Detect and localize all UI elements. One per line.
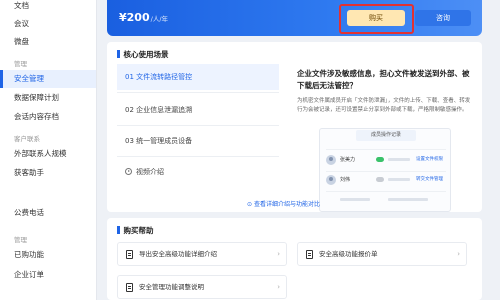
sidebar-item-acquisition[interactable]: 获客助手 xyxy=(0,164,96,182)
help-item-adjust-notes[interactable]: 安全管理功能调整说明 › xyxy=(117,275,287,299)
price-label: ¥200/人/年 xyxy=(119,11,168,24)
avatar xyxy=(326,175,336,185)
chevron-right-icon: › xyxy=(277,283,280,291)
illustration-row: 刘伟 转交文件管理 xyxy=(326,175,446,187)
help-item-label: 安全高级功能报价单 xyxy=(319,250,378,258)
consult-button[interactable]: 咨询 xyxy=(415,10,471,26)
illustration-row xyxy=(326,195,446,207)
scenario-leak-trace[interactable]: 02 企业信息泄漏追溯 xyxy=(117,97,279,123)
illustration-link: 转交文件管理 xyxy=(416,177,443,182)
sidebar-group-manage: 管理 xyxy=(14,60,27,68)
placeholder-bar xyxy=(388,178,410,181)
sidebar-item-weipan[interactable]: 微盘 xyxy=(0,33,96,51)
buy-button[interactable]: 购买 xyxy=(347,10,405,26)
help-item-quote[interactable]: 安全高级功能报价单 › xyxy=(297,242,467,266)
toggle-on-icon xyxy=(376,157,384,162)
core-scenarios-card: 核心使用场景 01 文件流转路径管控 02 企业信息泄漏追溯 03 统一管理成员… xyxy=(107,42,482,212)
document-icon xyxy=(126,250,133,259)
help-item-label: 导出安全高级功能详细介绍 xyxy=(139,250,217,258)
scenario-device-manage[interactable]: 03 统一管理成员设备 xyxy=(117,128,279,154)
price-banner: ¥200/人/年 购买 咨询 xyxy=(107,0,482,36)
scenario-detail-desc: 为机密文件属成员开启「文件防泄漏」，文件的上传、下载、查看、转发行为会被记录，还… xyxy=(297,98,471,113)
illustration-link: 设置文件权限 xyxy=(416,157,443,162)
divider xyxy=(326,191,446,192)
scenario-detail-title: 企业文件涉及敏感信息，担心文件被发送到外部、被下载后无法管控？ xyxy=(297,69,470,90)
sidebar-group-customer: 客户联系 xyxy=(14,135,40,143)
help-item-export-intro[interactable]: 导出安全高级功能详细介绍 › xyxy=(117,242,287,266)
illustration-member-name: 张美力 xyxy=(340,157,356,163)
play-circle-icon xyxy=(125,168,132,175)
sidebar-item-chat-archive[interactable]: 会话内容存档 xyxy=(0,108,96,126)
sidebar-item-purchased[interactable]: 已购功能 xyxy=(0,246,96,264)
illustration-title: 成员操作记录 xyxy=(356,130,416,141)
divider xyxy=(117,156,279,157)
video-intro-item[interactable]: 视频介绍 xyxy=(117,159,279,185)
document-icon xyxy=(306,250,313,259)
illustration-row: 张美力 设置文件权限 xyxy=(326,155,446,167)
price-value: ¥200 xyxy=(119,11,150,24)
help-item-label: 安全管理功能调整说明 xyxy=(139,283,204,291)
divider xyxy=(117,125,279,126)
document-icon xyxy=(126,283,133,292)
sidebar-item-security[interactable]: 安全管理 xyxy=(0,70,96,88)
sidebar: 文档 会议 微盘 管理 安全管理 数据保障计划 会话内容存档 客户联系 外部联系… xyxy=(0,0,97,300)
scenario-file-flow[interactable]: 01 文件流转路径管控 xyxy=(117,64,279,90)
purchase-help-card: 购买帮助 导出安全高级功能详细介绍 › 安全高级功能报价单 › 安全管理功能调整… xyxy=(107,218,482,300)
divider xyxy=(326,149,446,150)
chevron-down-circle-icon: ⊙ xyxy=(247,201,254,208)
sidebar-item-public-phone[interactable]: 公费电话 xyxy=(0,204,96,222)
purchase-help-title: 购买帮助 xyxy=(117,225,154,236)
illustration-member-name: 刘伟 xyxy=(340,177,351,183)
placeholder-bar xyxy=(388,158,410,161)
sidebar-item-docs[interactable]: 文档 xyxy=(0,0,96,15)
video-intro-label: 视频介绍 xyxy=(136,168,164,176)
price-unit: /人/年 xyxy=(150,15,169,23)
view-more-label: 查看详细介绍与功能对比 xyxy=(253,201,320,208)
sidebar-item-external-contacts[interactable]: 外部联系人规模 xyxy=(0,145,96,163)
chevron-right-icon: › xyxy=(277,250,280,258)
placeholder-bar xyxy=(388,198,428,201)
sidebar-item-meeting[interactable]: 会议 xyxy=(0,15,96,33)
avatar xyxy=(326,155,336,165)
toggle-off-icon xyxy=(376,177,384,182)
chevron-right-icon: › xyxy=(457,250,460,258)
placeholder-bar xyxy=(340,198,370,201)
sidebar-item-orders[interactable]: 企业订单 xyxy=(0,266,96,284)
divider xyxy=(326,171,446,172)
sidebar-item-data-protection[interactable]: 数据保障计划 xyxy=(0,89,96,107)
scenario-illustration: 成员操作记录 张美力 设置文件权限 刘伟 转交文件管理 xyxy=(319,128,451,212)
view-more-link[interactable]: ⊙ 查看详细介绍与功能对比 xyxy=(247,199,320,208)
divider xyxy=(117,92,279,93)
core-scenarios-title: 核心使用场景 xyxy=(117,49,169,60)
sidebar-group-manage-2: 管理 xyxy=(14,236,27,244)
